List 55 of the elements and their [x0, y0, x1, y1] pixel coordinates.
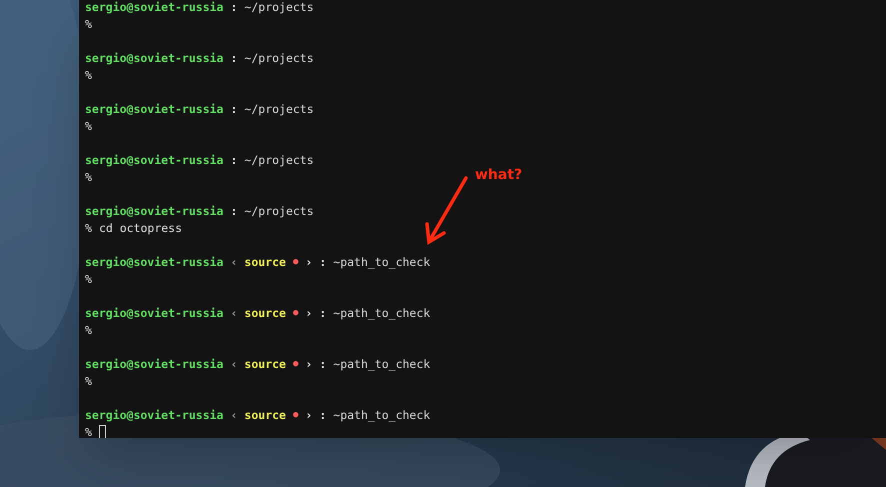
prompt-symbol: % — [85, 322, 92, 336]
user-host: sergio@soviet-russia — [85, 356, 224, 370]
user-host: sergio@soviet-russia — [85, 0, 224, 14]
dirty-indicator: ● — [292, 408, 298, 422]
separator: : — [230, 102, 238, 116]
user-host: sergio@soviet-russia — [85, 204, 224, 218]
user-host: sergio@soviet-russia — [85, 306, 224, 320]
prompt-symbol: % — [85, 220, 92, 234]
bracket: › — [305, 356, 312, 370]
current-path: ~/projects — [244, 152, 314, 166]
current-path: ~/projects — [244, 50, 314, 64]
annotation-text: what? — [475, 166, 522, 185]
separator: : — [230, 50, 238, 64]
git-branch: source — [244, 408, 286, 422]
prompt-symbol: % — [85, 118, 92, 132]
command-text: cd octopress — [98, 220, 182, 234]
separator: : — [230, 152, 238, 166]
dirty-indicator: ● — [292, 358, 298, 370]
prompt-symbol: % — [85, 272, 92, 286]
separator: : — [230, 0, 238, 14]
separator: : — [319, 356, 326, 370]
separator: : — [230, 204, 238, 218]
prompt-symbol: % — [85, 16, 92, 30]
bracket: › — [305, 254, 312, 268]
git-branch: source — [244, 254, 286, 268]
bracket: › — [305, 408, 312, 422]
prompt-symbol: % — [85, 170, 92, 184]
current-path: ~path_to_check — [333, 254, 430, 268]
user-host: sergio@soviet-russia — [85, 50, 224, 64]
git-branch: source — [244, 356, 286, 370]
prompt-symbol: % — [85, 374, 92, 388]
current-path: ~/projects — [244, 0, 314, 14]
user-host: sergio@soviet-russia — [85, 254, 224, 268]
current-path: ~path_to_check — [333, 356, 430, 370]
dirty-indicator: ● — [292, 306, 298, 320]
bracket: ‹ — [230, 254, 238, 268]
arrow-icon — [425, 176, 468, 245]
dirty-indicator: ● — [292, 256, 298, 268]
prompt-symbol: % — [85, 68, 92, 82]
current-path: ~path_to_check — [333, 408, 430, 422]
separator: : — [319, 408, 326, 422]
user-host: sergio@soviet-russia — [85, 408, 224, 422]
separator: : — [319, 306, 326, 320]
bracket: ‹ — [230, 408, 238, 422]
bracket: ‹ — [230, 306, 238, 320]
user-host: sergio@soviet-russia — [85, 102, 224, 116]
current-path: ~path_to_check — [333, 306, 430, 320]
prompt-symbol: % — [85, 424, 92, 438]
separator: : — [319, 254, 326, 268]
bracket: ‹ — [230, 356, 238, 370]
git-branch: source — [244, 306, 286, 320]
current-path: ~/projects — [244, 204, 314, 218]
user-host: sergio@soviet-russia — [85, 152, 224, 166]
bracket: › — [305, 306, 312, 320]
current-path: ~/projects — [244, 102, 314, 116]
